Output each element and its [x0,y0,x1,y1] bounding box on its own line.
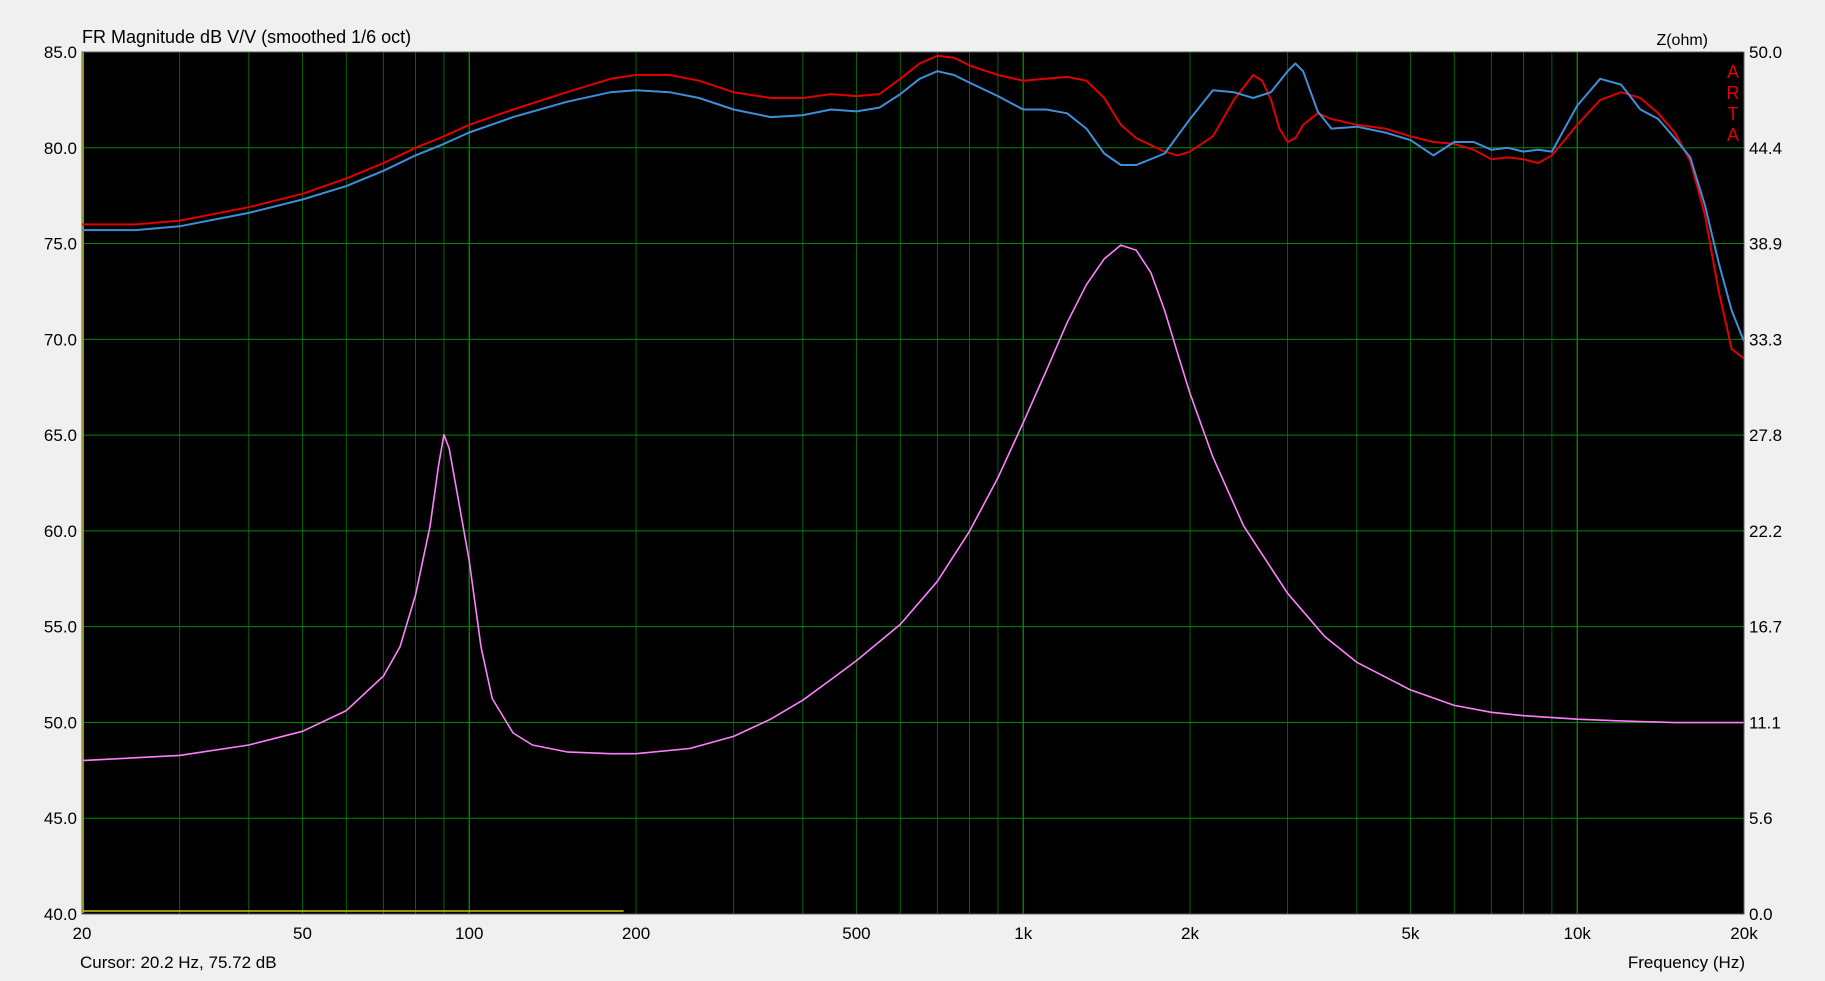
y-left-tick-label: 50.0 [44,713,77,732]
y-right-tick-label: 16.7 [1749,618,1782,637]
x-tick-label: 20 [73,924,92,943]
watermark-letter: A [1727,125,1739,145]
arta-watermark: ARTA [1727,62,1740,145]
y-right-tick-label: 50.0 [1749,43,1782,62]
cursor-readout: Cursor: 20.2 Hz, 75.72 dB [80,953,277,972]
x-tick-label: 1k [1014,924,1032,943]
y-left-tick-label: 75.0 [44,235,77,254]
y-right-tick-label: 5.6 [1749,809,1773,828]
x-tick-label: 200 [622,924,650,943]
y-left-tick-label: 85.0 [44,43,77,62]
right-axis-label: Z(ohm) [1656,32,1708,49]
plot-background [82,52,1744,914]
x-tick-label: 50 [293,924,312,943]
chart-title: FR Magnitude dB V/V (smoothed 1/6 oct) [82,27,411,47]
watermark-letter: R [1727,83,1740,103]
y-left-tick-label: 70.0 [44,330,77,349]
x-axis-label: Frequency (Hz) [1628,953,1745,972]
x-tick-label: 500 [842,924,870,943]
y-left-tick-label: 40.0 [44,905,77,924]
y-left-tick-label: 60.0 [44,522,77,541]
y-right-tick-label: 11.1 [1749,713,1781,732]
chart-window: 20 50 100 200 500 1k 2k 5k 10k 20k 40.0 45.0 50.0 55.… [0,0,1825,976]
x-tick-label: 5k [1401,924,1419,943]
y-right-tick-label: 22.2 [1749,522,1782,541]
y-left-tick-label: 65.0 [44,426,77,445]
y-left-tick-label: 55.0 [44,618,77,637]
y-right-tick-label: 27.8 [1749,426,1782,445]
watermark-letter: T [1728,104,1739,124]
watermark-letter: A [1727,62,1739,82]
y-right-tick-label: 33.3 [1749,330,1782,349]
x-tick-label: 100 [455,924,483,943]
y-right-tick-label: 38.9 [1749,235,1782,254]
x-tick-label: 20k [1730,924,1758,943]
frequency-response-chart: 20 50 100 200 500 1k 2k 5k 10k 20k 40.0 45.0 50.0 55.… [44,27,1782,972]
x-tick-label: 2k [1181,924,1199,943]
x-tick-label: 10k [1564,924,1592,943]
y-right-tick-label: 0.0 [1749,905,1773,924]
y-right-tick-label: 44.4 [1749,139,1782,158]
y-left-tick-label: 80.0 [44,139,77,158]
y-left-tick-label: 45.0 [44,809,77,828]
